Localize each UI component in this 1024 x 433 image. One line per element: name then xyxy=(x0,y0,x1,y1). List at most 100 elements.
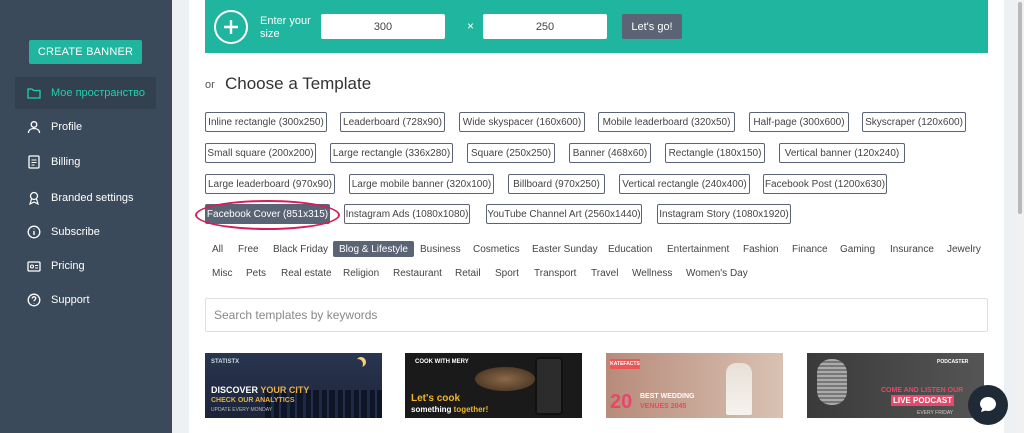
category-filter[interactable]: Sport xyxy=(495,265,519,281)
size-tag[interactable]: Vertical banner (120x240) xyxy=(779,143,905,163)
plus-circle-icon xyxy=(214,10,248,44)
create-banner-button[interactable]: CREATE BANNER xyxy=(29,40,142,64)
category-filter[interactable]: Women's Day xyxy=(686,265,748,281)
thumb-subline: something together! xyxy=(411,404,488,415)
thumb-brand: STATISTX xyxy=(211,359,240,365)
phone-image xyxy=(535,357,563,415)
thumb-badge: KATEFACTS xyxy=(610,359,640,369)
sidebar-item-label: Support xyxy=(51,294,90,306)
category-filter[interactable]: Real estate xyxy=(281,265,332,281)
size-tag[interactable]: Vertical rectangle (240x400) xyxy=(619,174,750,194)
size-tag[interactable]: Billboard (970x250) xyxy=(508,174,605,194)
category-filter[interactable]: Gaming xyxy=(840,241,875,257)
size-tag[interactable]: Rectangle (180x150) xyxy=(665,143,765,163)
category-filter[interactable]: Easter Sunday xyxy=(532,241,598,257)
help-icon xyxy=(27,293,41,307)
size-tag[interactable]: Small square (200x200) xyxy=(205,143,316,163)
chat-bubble-icon xyxy=(980,397,996,412)
category-filter[interactable]: All xyxy=(212,241,223,257)
lets-go-button[interactable]: Let's go! xyxy=(622,14,682,39)
category-filter[interactable]: Jewelry xyxy=(947,241,981,257)
times-sign: × xyxy=(467,19,475,33)
template-thumbnail[interactable]: COOK WITH MERY Let's cook something toge… xyxy=(405,353,582,418)
sidebar-item-label: Profile xyxy=(51,121,83,133)
category-filter[interactable]: Pets xyxy=(246,265,266,281)
category-filter[interactable]: Entertainment xyxy=(667,241,729,257)
thumb-subline-a: something xyxy=(411,405,454,414)
template-search-input[interactable]: Search templates by keywords xyxy=(205,298,988,332)
category-filter[interactable]: Business xyxy=(420,241,461,257)
width-input[interactable]: 300 xyxy=(321,14,445,39)
sidebar-item-support[interactable]: Support xyxy=(15,284,156,316)
category-filter[interactable]: Education xyxy=(608,241,652,257)
sidebar-item-label: Billing xyxy=(51,156,81,168)
size-tag[interactable]: Skyscraper (120x600) xyxy=(862,112,966,132)
category-filter[interactable]: Transport xyxy=(534,265,576,281)
thumb-subline: VENUES 2045 xyxy=(640,403,687,410)
sidebar-item-billing[interactable]: Billing xyxy=(15,146,156,178)
category-filter[interactable]: Wellness xyxy=(632,265,672,281)
sidebar-item-subscribe[interactable]: Subscribe xyxy=(15,216,156,248)
category-filter-selected[interactable]: Blog & Lifestyle xyxy=(333,241,414,257)
sidebar: CREATE BANNER Мое пространство Profile B… xyxy=(0,0,172,433)
category-filter[interactable]: Insurance xyxy=(890,241,934,257)
category-filter[interactable]: Travel xyxy=(591,265,618,281)
main-content: Enter your size 300 × 250 Let's go! or C… xyxy=(189,0,1004,433)
custom-size-bar: Enter your size 300 × 250 Let's go! xyxy=(205,0,988,53)
size-tag[interactable]: Mobile leaderboard (320x50) xyxy=(598,112,735,132)
template-thumbnail[interactable]: PODCASTER COME AND LISTEN OUR LIVE PODCA… xyxy=(807,353,984,418)
size-tag[interactable]: Half-page (300x600) xyxy=(749,112,849,132)
sidebar-item-label: Subscribe xyxy=(51,226,100,238)
size-tag[interactable]: Square (250x250) xyxy=(467,143,555,163)
badge-icon xyxy=(27,191,41,205)
size-tag[interactable]: Large rectangle (336x280) xyxy=(330,143,453,163)
category-filter[interactable]: Restaurant xyxy=(393,265,442,281)
height-input[interactable]: 250 xyxy=(483,14,607,39)
size-tag[interactable]: Instagram Story (1080x1920) xyxy=(657,204,791,224)
thumb-headline: Let's cook xyxy=(411,393,461,404)
scrollbar-thumb[interactable] xyxy=(1018,2,1022,214)
thumb-brand: PODCASTER xyxy=(937,359,969,365)
sidebar-item-label: Pricing xyxy=(51,260,85,272)
category-filter[interactable]: Retail xyxy=(455,265,481,281)
category-filter[interactable]: Cosmetics xyxy=(473,241,520,257)
user-icon xyxy=(27,120,41,134)
sidebar-item-pricing[interactable]: Pricing xyxy=(15,250,156,282)
size-tag[interactable]: YouTube Channel Art (2560x1440) xyxy=(486,204,642,224)
template-thumbnail[interactable]: STATISTX DISCOVER YOUR CITY CHECK OUR AN… xyxy=(205,353,382,418)
sidebar-item-my-space[interactable]: Мое пространство xyxy=(15,77,156,109)
sidebar-item-label: Branded settings xyxy=(51,192,134,204)
moon-icon xyxy=(353,359,363,369)
category-filter[interactable]: Black Friday xyxy=(273,241,328,257)
size-tag[interactable]: Wide skyspacer (160x600) xyxy=(459,112,585,132)
thumb-caption: UPDATE EVERY MONDAY xyxy=(211,407,273,413)
category-filter[interactable]: Religion xyxy=(343,265,379,281)
category-filter[interactable]: Finance xyxy=(792,241,828,257)
size-tag[interactable]: Facebook Post (1200x630) xyxy=(763,174,887,194)
thumb-subline-b: together! xyxy=(453,405,489,414)
template-thumbnail[interactable]: KATEFACTS 20 BEST WEDDING VENUES 2045 xyxy=(606,353,783,418)
sidebar-item-profile[interactable]: Profile xyxy=(15,111,156,143)
size-tag-selected[interactable]: Facebook Cover (851x315) xyxy=(205,204,330,224)
size-tag[interactable]: Banner (468x60) xyxy=(569,143,651,163)
size-tag[interactable]: Leaderboard (728x90) xyxy=(340,112,445,132)
microphone-image xyxy=(817,359,847,405)
chat-button[interactable] xyxy=(968,385,1008,425)
size-tag[interactable]: Large leaderboard (970x90) xyxy=(205,174,335,194)
thumb-subline: LIVE PODCAST xyxy=(891,395,955,406)
or-label: or xyxy=(205,79,215,91)
sidebar-item-branded-settings[interactable]: Branded settings xyxy=(15,182,156,214)
thumb-caption: EVERY FRIDAY xyxy=(917,410,954,416)
category-filter[interactable]: Fashion xyxy=(743,241,779,257)
category-filter[interactable]: Free xyxy=(238,241,259,257)
thumb-headline-b: YOUR CITY xyxy=(260,385,310,395)
folder-icon xyxy=(27,86,41,100)
size-tag[interactable]: Inline rectangle (300x250) xyxy=(205,112,327,132)
category-filter[interactable]: Misc xyxy=(212,265,233,281)
size-tag[interactable]: Instagram Ads (1080x1080) xyxy=(344,204,470,224)
enter-size-label: Enter your size xyxy=(260,15,311,40)
thumb-number: 20 xyxy=(610,391,633,413)
thumb-headline-a: DISCOVER xyxy=(211,385,261,395)
size-tag[interactable]: Large mobile banner (320x100) xyxy=(349,174,494,194)
couple-image xyxy=(726,363,752,415)
